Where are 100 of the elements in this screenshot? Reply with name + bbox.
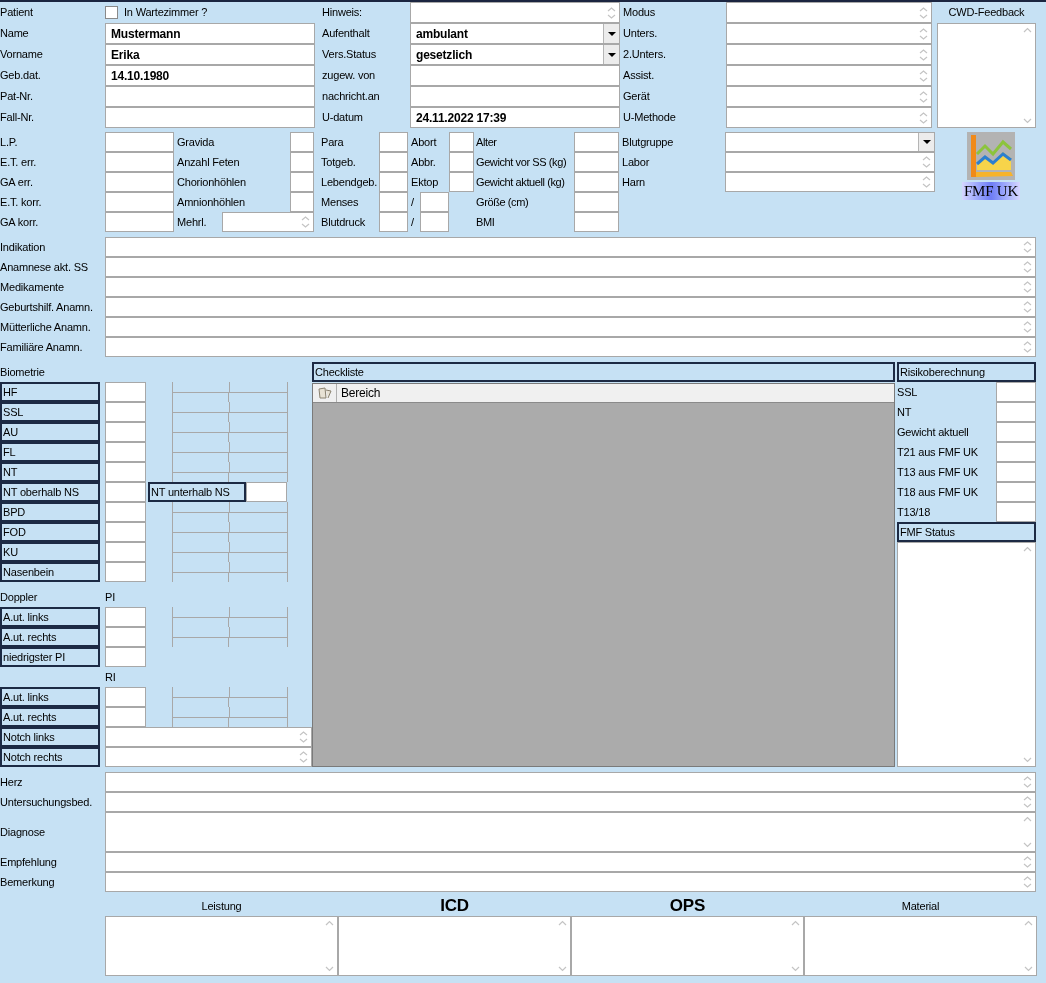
scroll-arrows-icon[interactable] [922, 175, 931, 189]
input-field[interactable] [105, 442, 146, 462]
input-field[interactable] [105, 687, 146, 707]
text-area[interactable] [571, 916, 804, 976]
input-field[interactable] [726, 44, 932, 65]
scroll-down-icon[interactable] [1023, 842, 1032, 848]
input-field[interactable]: ambulant [410, 23, 620, 44]
input-field[interactable] [105, 422, 146, 442]
scroll-arrows-icon[interactable] [607, 5, 616, 20]
scroll-arrows-icon[interactable] [1023, 775, 1032, 789]
input-field[interactable] [420, 192, 449, 212]
scroll-down-icon[interactable] [1023, 118, 1032, 124]
input-field[interactable] [449, 172, 474, 192]
input-field[interactable]: 14.10.1980 [105, 65, 315, 86]
input-field[interactable] [996, 422, 1036, 442]
scroll-up-icon[interactable] [1023, 546, 1032, 552]
input-field[interactable] [246, 482, 287, 502]
input-field[interactable]: 24.11.2022 17:39 [410, 107, 620, 128]
input-field[interactable] [574, 212, 619, 232]
input-field[interactable] [105, 317, 1036, 337]
input-field[interactable] [420, 212, 449, 232]
input-field[interactable] [449, 152, 474, 172]
input-field[interactable] [105, 462, 146, 482]
checkbox[interactable] [105, 6, 118, 19]
input-field[interactable] [379, 192, 408, 212]
input-field[interactable] [449, 132, 474, 152]
input-field[interactable] [410, 65, 620, 86]
input-field[interactable] [105, 237, 1036, 257]
input-field[interactable] [290, 192, 314, 212]
scroll-down-icon[interactable] [1024, 966, 1033, 972]
scroll-up-icon[interactable] [1023, 816, 1032, 822]
input-field[interactable] [725, 172, 935, 192]
scroll-arrows-icon[interactable] [919, 47, 928, 62]
input-field[interactable] [996, 482, 1036, 502]
input-field[interactable] [105, 542, 146, 562]
scroll-arrows-icon[interactable] [919, 26, 928, 41]
input-field[interactable] [996, 462, 1036, 482]
input-field[interactable] [726, 107, 932, 128]
input-field[interactable] [996, 382, 1036, 402]
input-field[interactable] [996, 442, 1036, 462]
scroll-up-icon[interactable] [791, 920, 800, 926]
input-field[interactable] [105, 257, 1036, 277]
text-area[interactable] [804, 916, 1037, 976]
input-field[interactable] [105, 727, 312, 747]
input-field[interactable] [222, 212, 314, 232]
input-field[interactable] [105, 627, 146, 647]
fmf-uk-button[interactable]: FMF UK [961, 132, 1021, 200]
column-header[interactable]: Bereich [337, 384, 381, 402]
scroll-down-icon[interactable] [1023, 757, 1032, 763]
scroll-up-icon[interactable] [1023, 27, 1032, 33]
text-area[interactable] [937, 23, 1036, 128]
scroll-arrows-icon[interactable] [1023, 855, 1032, 869]
input-field[interactable] [105, 402, 146, 422]
input-field[interactable] [105, 297, 1036, 317]
scroll-down-icon[interactable] [791, 966, 800, 972]
input-field[interactable] [105, 647, 146, 667]
scroll-arrows-icon[interactable] [1023, 320, 1032, 334]
input-field[interactable] [105, 772, 1036, 792]
text-area[interactable] [338, 916, 571, 976]
scroll-arrows-icon[interactable] [301, 215, 310, 229]
input-field[interactable] [726, 2, 932, 23]
input-field[interactable] [105, 872, 1036, 892]
input-field[interactable] [290, 132, 314, 152]
scroll-arrows-icon[interactable] [1023, 240, 1032, 254]
scroll-down-icon[interactable] [558, 966, 567, 972]
input-field[interactable] [996, 502, 1036, 522]
input-field[interactable] [379, 132, 408, 152]
input-field[interactable] [105, 522, 146, 542]
text-area[interactable] [105, 916, 338, 976]
dropdown-button[interactable] [603, 45, 619, 64]
input-field[interactable] [726, 23, 932, 44]
input-field[interactable] [105, 747, 312, 767]
input-field[interactable] [105, 277, 1036, 297]
scroll-arrows-icon[interactable] [1023, 260, 1032, 274]
text-area[interactable] [897, 542, 1036, 767]
input-field[interactable] [105, 502, 146, 522]
input-field[interactable] [725, 152, 935, 172]
scroll-up-icon[interactable] [558, 920, 567, 926]
input-field[interactable] [105, 192, 174, 212]
input-field[interactable] [410, 86, 620, 107]
scroll-down-icon[interactable] [325, 966, 334, 972]
scroll-arrows-icon[interactable] [299, 750, 308, 764]
input-field[interactable] [379, 152, 408, 172]
scroll-arrows-icon[interactable] [1023, 340, 1032, 354]
scroll-arrows-icon[interactable] [919, 110, 928, 125]
input-field[interactable] [379, 212, 408, 232]
scroll-arrows-icon[interactable] [919, 89, 928, 104]
input-field[interactable] [105, 152, 174, 172]
scroll-arrows-icon[interactable] [1023, 280, 1032, 294]
input-field[interactable] [410, 2, 620, 23]
input-field[interactable] [996, 402, 1036, 422]
input-field[interactable] [105, 212, 174, 232]
input-field[interactable] [290, 152, 314, 172]
input-field[interactable] [726, 86, 932, 107]
text-area[interactable] [105, 812, 1036, 852]
input-field[interactable] [725, 132, 935, 152]
scroll-up-icon[interactable] [1024, 920, 1033, 926]
dropdown-button[interactable] [918, 133, 934, 151]
scroll-arrows-icon[interactable] [1023, 875, 1032, 889]
input-field[interactable] [105, 132, 174, 152]
